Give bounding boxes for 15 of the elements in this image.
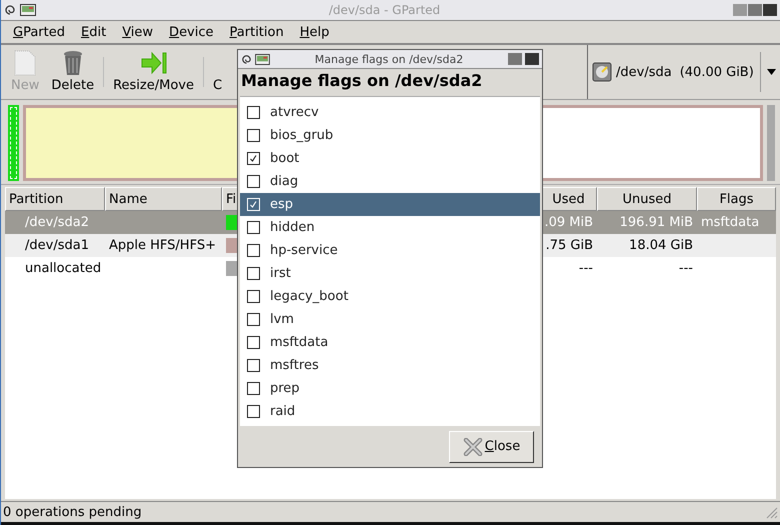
table-cell: 196.91 MiB — [620, 215, 693, 230]
status-text: 0 operations pending — [3, 504, 142, 520]
dialog-title: Manage flags on /dev/sda2 — [314, 52, 464, 66]
table-cell: .75 GiB — [546, 238, 593, 253]
window-title: /dev/sda - GParted — [328, 3, 442, 17]
table-cell-text: /dev/sda1 — [24, 238, 89, 253]
table-cell: --- — [678, 261, 693, 276]
table-cell: Apple HFS/HFS+ — [109, 238, 216, 253]
table-cell-text: unallocated — [24, 261, 102, 276]
table-cell: .09 MiB — [544, 215, 593, 230]
table-cell: msftdata — [701, 215, 760, 230]
table-cell: --- — [578, 261, 593, 276]
table-cell: 18.04 GiB — [629, 238, 693, 253]
table-cell-text: /dev/sda2 — [24, 215, 89, 230]
dialog-heading: Manage flags on /dev/sda2 — [240, 70, 484, 92]
